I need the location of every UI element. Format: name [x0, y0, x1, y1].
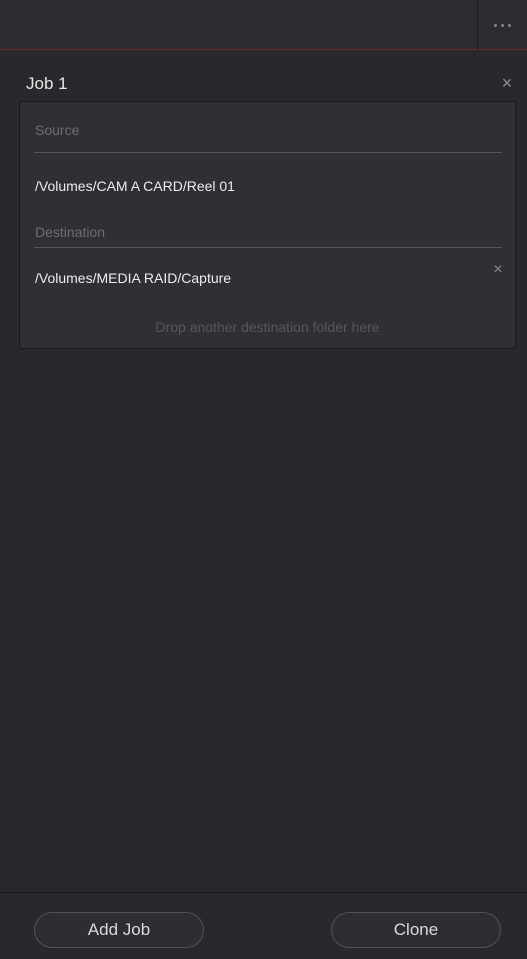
source-path[interactable]: /Volumes/CAM A CARD/Reel 01 [35, 178, 235, 194]
bottom-toolbar: Add Job Clone [0, 892, 527, 959]
close-icon: × [493, 261, 503, 278]
panel-header [0, 0, 527, 50]
close-icon: × [501, 73, 513, 93]
job-card: Source /Volumes/CAM A CARD/Reel 01 Desti… [19, 101, 516, 349]
more-horizontal-icon [494, 23, 497, 27]
clone-panel: Job 1 × Source /Volumes/CAM A CARD/Reel … [0, 0, 527, 959]
source-divider [34, 152, 502, 153]
more-horizontal-icon-dot [508, 23, 511, 27]
more-horizontal-icon-dot [501, 23, 504, 27]
job-title: Job 1 [26, 74, 68, 93]
remove-destination-button[interactable]: × [488, 260, 508, 280]
close-job-button[interactable]: × [497, 72, 517, 94]
clone-button[interactable]: Clone [331, 912, 501, 948]
add-job-button[interactable]: Add Job [34, 912, 204, 948]
destination-path[interactable]: /Volumes/MEDIA RAID/Capture [35, 270, 231, 286]
source-label: Source [35, 122, 80, 138]
destination-drop-zone[interactable]: Drop another destination folder here [20, 319, 515, 335]
destination-divider [34, 247, 502, 248]
more-options-button[interactable] [478, 0, 527, 50]
destination-label: Destination [35, 224, 106, 240]
